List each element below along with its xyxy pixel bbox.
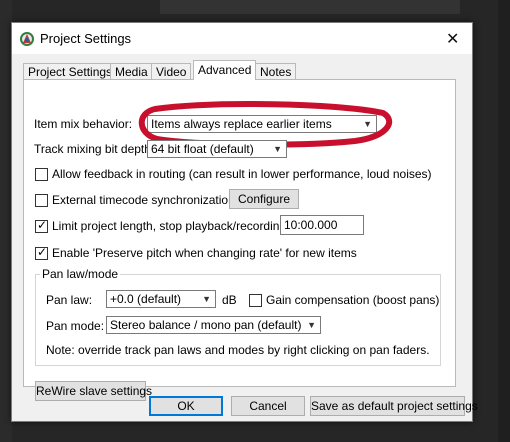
configure-button[interactable]: Configure xyxy=(229,189,299,209)
pan-mode-select[interactable]: Stereo balance / mono pan (default) ▼ xyxy=(106,316,321,334)
checkmark-icon: ✓ xyxy=(37,218,48,232)
chevron-down-icon: ▼ xyxy=(202,294,211,304)
preserve-pitch-checkbox[interactable]: ✓ xyxy=(35,245,48,260)
window-title: Project Settings xyxy=(40,31,132,46)
title-bar[interactable]: Project Settings ✕ xyxy=(12,23,472,54)
tab-advanced[interactable]: Advanced xyxy=(193,60,257,80)
gain-compensation-label: Gain compensation (boost pans) xyxy=(266,293,440,307)
limit-length-checkbox[interactable]: ✓ xyxy=(35,218,48,233)
pan-note-text: Note: override track pan laws and modes … xyxy=(46,343,430,357)
ok-button[interactable]: OK xyxy=(149,396,223,416)
chevron-down-icon: ▼ xyxy=(273,144,282,154)
tab-notes[interactable]: Notes xyxy=(255,63,297,80)
checkmark-icon: ✓ xyxy=(37,245,48,259)
bit-depth-value: 64 bit float (default) xyxy=(151,142,254,156)
save-as-default-button[interactable]: Save as default project settings xyxy=(310,396,478,416)
chevron-down-icon: ▼ xyxy=(307,320,316,330)
tab-media[interactable]: Media xyxy=(110,63,153,80)
gain-compensation-checkbox[interactable] xyxy=(249,294,262,307)
rewire-slave-settings-button[interactable]: ReWire slave settings xyxy=(35,381,152,401)
reaper-logo-icon xyxy=(20,32,34,46)
red-annotation-circle xyxy=(138,101,393,148)
pan-mode-value: Stereo balance / mono pan (default) xyxy=(110,318,302,332)
project-length-input[interactable]: 10:00.000 xyxy=(280,215,364,235)
allow-feedback-checkbox[interactable] xyxy=(35,168,48,181)
limit-length-label: Limit project length, stop playback/reco… xyxy=(52,219,303,233)
background-toolbar-strip xyxy=(160,0,460,14)
background-panel-right xyxy=(498,0,510,442)
cancel-button[interactable]: Cancel xyxy=(231,396,305,416)
preserve-pitch-label: Enable 'Preserve pitch when changing rat… xyxy=(52,246,357,260)
advanced-tab-panel: Item mix behavior: Items always replace … xyxy=(23,79,456,401)
project-settings-dialog: Project Settings ✕ Project Settings Medi… xyxy=(11,22,478,422)
tab-video[interactable]: Video xyxy=(151,63,192,80)
external-timecode-label: External timecode synchronization xyxy=(52,193,235,207)
pan-law-group-title: Pan law/mode xyxy=(40,267,121,281)
pan-mode-label: Pan mode: xyxy=(46,319,105,333)
bit-depth-label: Track mixing bit depth: xyxy=(34,142,155,156)
tab-project-settings[interactable]: Project Settings xyxy=(23,63,118,80)
pan-law-label: Pan law: xyxy=(46,293,93,307)
item-mix-behavior-label: Item mix behavior: xyxy=(34,117,133,131)
external-timecode-checkbox[interactable] xyxy=(35,194,48,207)
close-icon[interactable]: ✕ xyxy=(446,29,459,49)
pan-law-unit: dB xyxy=(222,293,237,307)
bit-depth-select[interactable]: 64 bit float (default) ▼ xyxy=(147,140,287,158)
allow-feedback-label: Allow feedback in routing (can result in… xyxy=(52,167,432,181)
pan-law-value: +0.0 (default) xyxy=(110,292,182,306)
pan-law-select[interactable]: +0.0 (default) ▼ xyxy=(106,290,216,308)
annotation-stroke xyxy=(138,101,393,148)
